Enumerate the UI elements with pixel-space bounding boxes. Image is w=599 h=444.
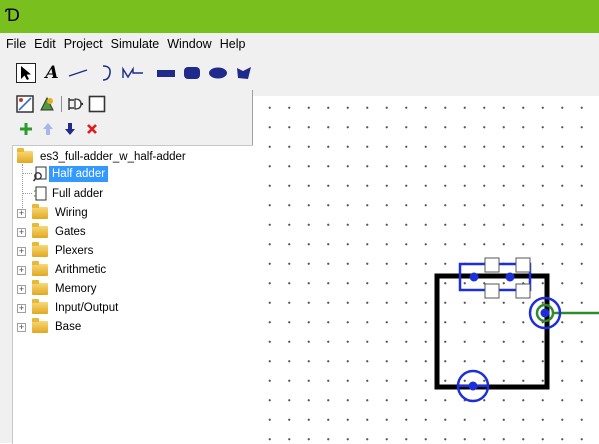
- tree-item-project[interactable]: es3_full-adder_w_half-adder: [17, 148, 189, 166]
- text-tool-icon[interactable]: A: [42, 63, 62, 83]
- tree-item-label: Memory: [55, 283, 97, 295]
- tree-item-label: Wiring: [55, 207, 88, 219]
- tree-guide: [22, 164, 23, 208]
- edit-layout-icon[interactable]: [66, 95, 84, 113]
- selection-handle[interactable]: [484, 283, 500, 299]
- input-pin-a[interactable]: [469, 272, 479, 282]
- tree-item-wiring[interactable]: + Wiring: [17, 204, 91, 222]
- circuit-appearance: [434, 257, 599, 403]
- menu-file[interactable]: File: [0, 33, 30, 56]
- output-pin-dot: [540, 308, 550, 318]
- menu-bar: File Edit Project Simulate Window Help: [0, 33, 599, 56]
- rounded-rect-tool-icon[interactable]: [180, 63, 204, 83]
- tree-item-label: Base: [55, 321, 82, 333]
- expand-icon[interactable]: +: [17, 246, 26, 256]
- oval-tool-icon[interactable]: [206, 63, 230, 83]
- polygon-tool-icon[interactable]: [232, 63, 256, 83]
- tree-item-label: Plexers: [55, 245, 94, 257]
- explorer-panel: es3_full-adder_w_half-adder Half adder F…: [0, 90, 253, 444]
- tree-item-full-adder[interactable]: Full adder: [33, 185, 106, 203]
- xor-gate-tool-icon[interactable]: [120, 63, 146, 83]
- tree-item-label: es3_full-adder_w_half-adder: [40, 151, 186, 163]
- selection-handle[interactable]: [515, 257, 531, 273]
- expand-icon[interactable]: +: [17, 208, 26, 218]
- tree-item-plexers[interactable]: + Plexers: [17, 242, 96, 260]
- rectangle-tool-icon[interactable]: [154, 63, 178, 83]
- edit-appearance-icon[interactable]: [88, 95, 106, 113]
- folder-icon: [17, 148, 33, 163]
- tree-guide: [22, 173, 32, 174]
- title-bar: Ɗ: [0, 0, 599, 33]
- menu-help[interactable]: Help: [216, 33, 250, 56]
- tree-item-label: Half adder: [49, 166, 109, 182]
- tree-item-label: Full adder: [52, 188, 104, 200]
- anchor-dot[interactable]: [468, 381, 478, 391]
- tree-item-label: Arithmetic: [55, 264, 107, 276]
- expand-icon[interactable]: +: [17, 265, 26, 275]
- wire-tool-icon[interactable]: [66, 63, 90, 83]
- or-gate-tool-icon[interactable]: [96, 63, 116, 83]
- circuit-magnifier-icon: [33, 166, 47, 182]
- tree-item-label: Input/Output: [55, 302, 119, 314]
- toolbar-divider: [61, 96, 62, 112]
- select-tool-icon[interactable]: [16, 63, 36, 83]
- selection-handle[interactable]: [484, 257, 500, 273]
- tree-item-label: Gates: [55, 226, 86, 238]
- circuit-toolbar: [0, 118, 252, 140]
- folder-icon: [32, 261, 48, 276]
- input-pin-b[interactable]: [505, 272, 515, 282]
- tree-item-gates[interactable]: + Gates: [17, 223, 89, 241]
- expand-icon[interactable]: +: [17, 227, 26, 237]
- logisim-logo-icon: Ɗ: [6, 6, 20, 26]
- menu-edit[interactable]: Edit: [30, 33, 60, 56]
- menu-project[interactable]: Project: [60, 33, 107, 56]
- expand-icon[interactable]: +: [17, 303, 26, 313]
- folder-icon: [32, 242, 48, 257]
- project-tree: es3_full-adder_w_half-adder Half adder F…: [12, 145, 253, 444]
- folder-icon: [32, 280, 48, 295]
- menu-window[interactable]: Window: [163, 33, 215, 56]
- folder-icon: [32, 223, 48, 238]
- tree-item-input-output[interactable]: + Input/Output: [17, 299, 121, 317]
- move-down-icon[interactable]: [62, 121, 78, 137]
- move-up-icon[interactable]: [40, 121, 56, 137]
- explorer-toolbar: [0, 90, 252, 118]
- menu-simulate[interactable]: Simulate: [107, 33, 164, 56]
- tree-item-half-adder[interactable]: Half adder: [33, 165, 109, 183]
- expand-icon[interactable]: +: [17, 284, 26, 294]
- tree-item-arithmetic[interactable]: + Arithmetic: [17, 261, 109, 279]
- toolbox-view-icon[interactable]: [16, 95, 34, 113]
- add-circuit-icon[interactable]: [18, 121, 34, 137]
- tree-item-base[interactable]: + Base: [17, 318, 84, 336]
- tree-item-memory[interactable]: + Memory: [17, 280, 100, 298]
- circuit-icon: [34, 186, 47, 201]
- folder-icon: [32, 318, 48, 333]
- expand-icon[interactable]: +: [17, 322, 26, 332]
- selection-handle[interactable]: [515, 283, 531, 299]
- folder-icon: [32, 204, 48, 219]
- simulation-view-icon[interactable]: [38, 95, 56, 113]
- delete-circuit-icon[interactable]: [84, 121, 100, 137]
- main-toolbar: A: [0, 56, 599, 91]
- tree-guide: [22, 193, 32, 194]
- folder-icon: [32, 299, 48, 314]
- circuit-canvas[interactable]: [253, 90, 599, 443]
